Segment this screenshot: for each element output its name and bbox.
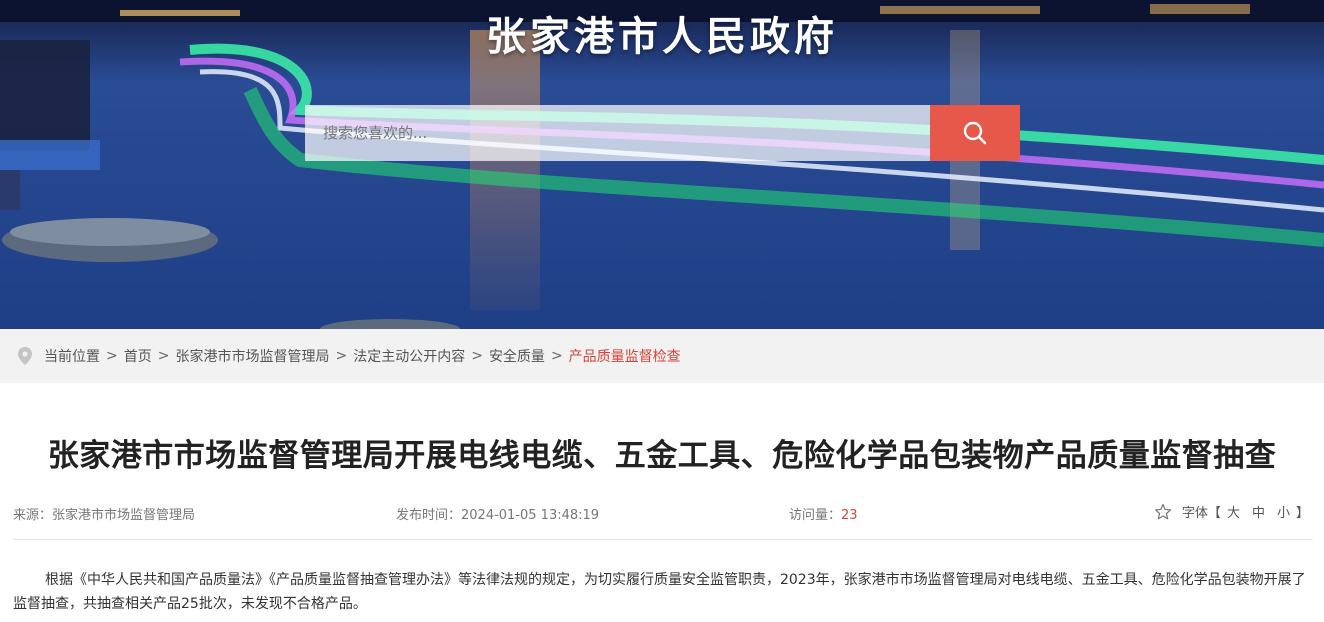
article-views: 访问量：23 (789, 504, 858, 523)
font-size-large-button[interactable]: 大 (1227, 502, 1240, 521)
location-pin-icon (18, 347, 32, 365)
font-size-controls: 字体【 大 中 小 】 (1154, 502, 1309, 521)
article-body: 根据《中华人民共和国产品质量法》《产品质量监督抽查管理办法》等法律法规的规定，为… (13, 572, 1306, 612)
meta-divider (13, 539, 1313, 540)
breadcrumb-separator: > (471, 348, 483, 364)
font-size-medium-button[interactable]: 中 (1252, 502, 1265, 521)
breadcrumb-safety-quality[interactable]: 安全质量 (489, 346, 545, 366)
article-source: 来源：张家港市市场监督管理局 (13, 508, 196, 523)
search-icon (963, 121, 987, 145)
search-input[interactable] (305, 105, 930, 161)
breadcrumb-separator: > (157, 348, 170, 364)
breadcrumb-current[interactable]: 产品质量监督检查 (569, 346, 681, 366)
article-title: 张家港市市场监督管理局开展电线电缆、五金工具、危险化学品包装物产品质量监督抽查 (47, 438, 1277, 474)
views-label: 访问量： (789, 508, 842, 523)
breadcrumb-separator: > (335, 348, 348, 364)
breadcrumb-home[interactable]: 首页 (124, 346, 152, 366)
breadcrumb: 当前位置 > 首页 > 张家港市市场监督管理局 > 法定主动公开内容 > 安全质… (0, 329, 1324, 383)
article-meta: 来源：张家港市市场监督管理局 发布时间：2024-01-05 13:48:19 … (13, 500, 1313, 524)
search-button[interactable] (930, 105, 1020, 161)
breadcrumb-separator: > (106, 348, 118, 364)
breadcrumb-disclosure[interactable]: 法定主动公开内容 (353, 346, 465, 366)
font-size-label: 字体【 (1181, 506, 1221, 521)
star-icon[interactable] (1154, 503, 1172, 521)
font-size-small-button[interactable]: 小 (1277, 502, 1290, 521)
breadcrumb-bureau[interactable]: 张家港市市场监督管理局 (175, 346, 329, 366)
breadcrumb-prefix: 当前位置 (44, 349, 100, 365)
font-size-close-bracket: 】 (1295, 506, 1309, 521)
views-count: 23 (841, 508, 858, 523)
breadcrumb-separator: > (550, 348, 563, 364)
header-banner: 张家港市人民政府 (0, 0, 1324, 329)
site-title: 张家港市人民政府 (486, 14, 838, 60)
article-publish-time: 发布时间：2024-01-05 13:48:19 (396, 508, 600, 523)
